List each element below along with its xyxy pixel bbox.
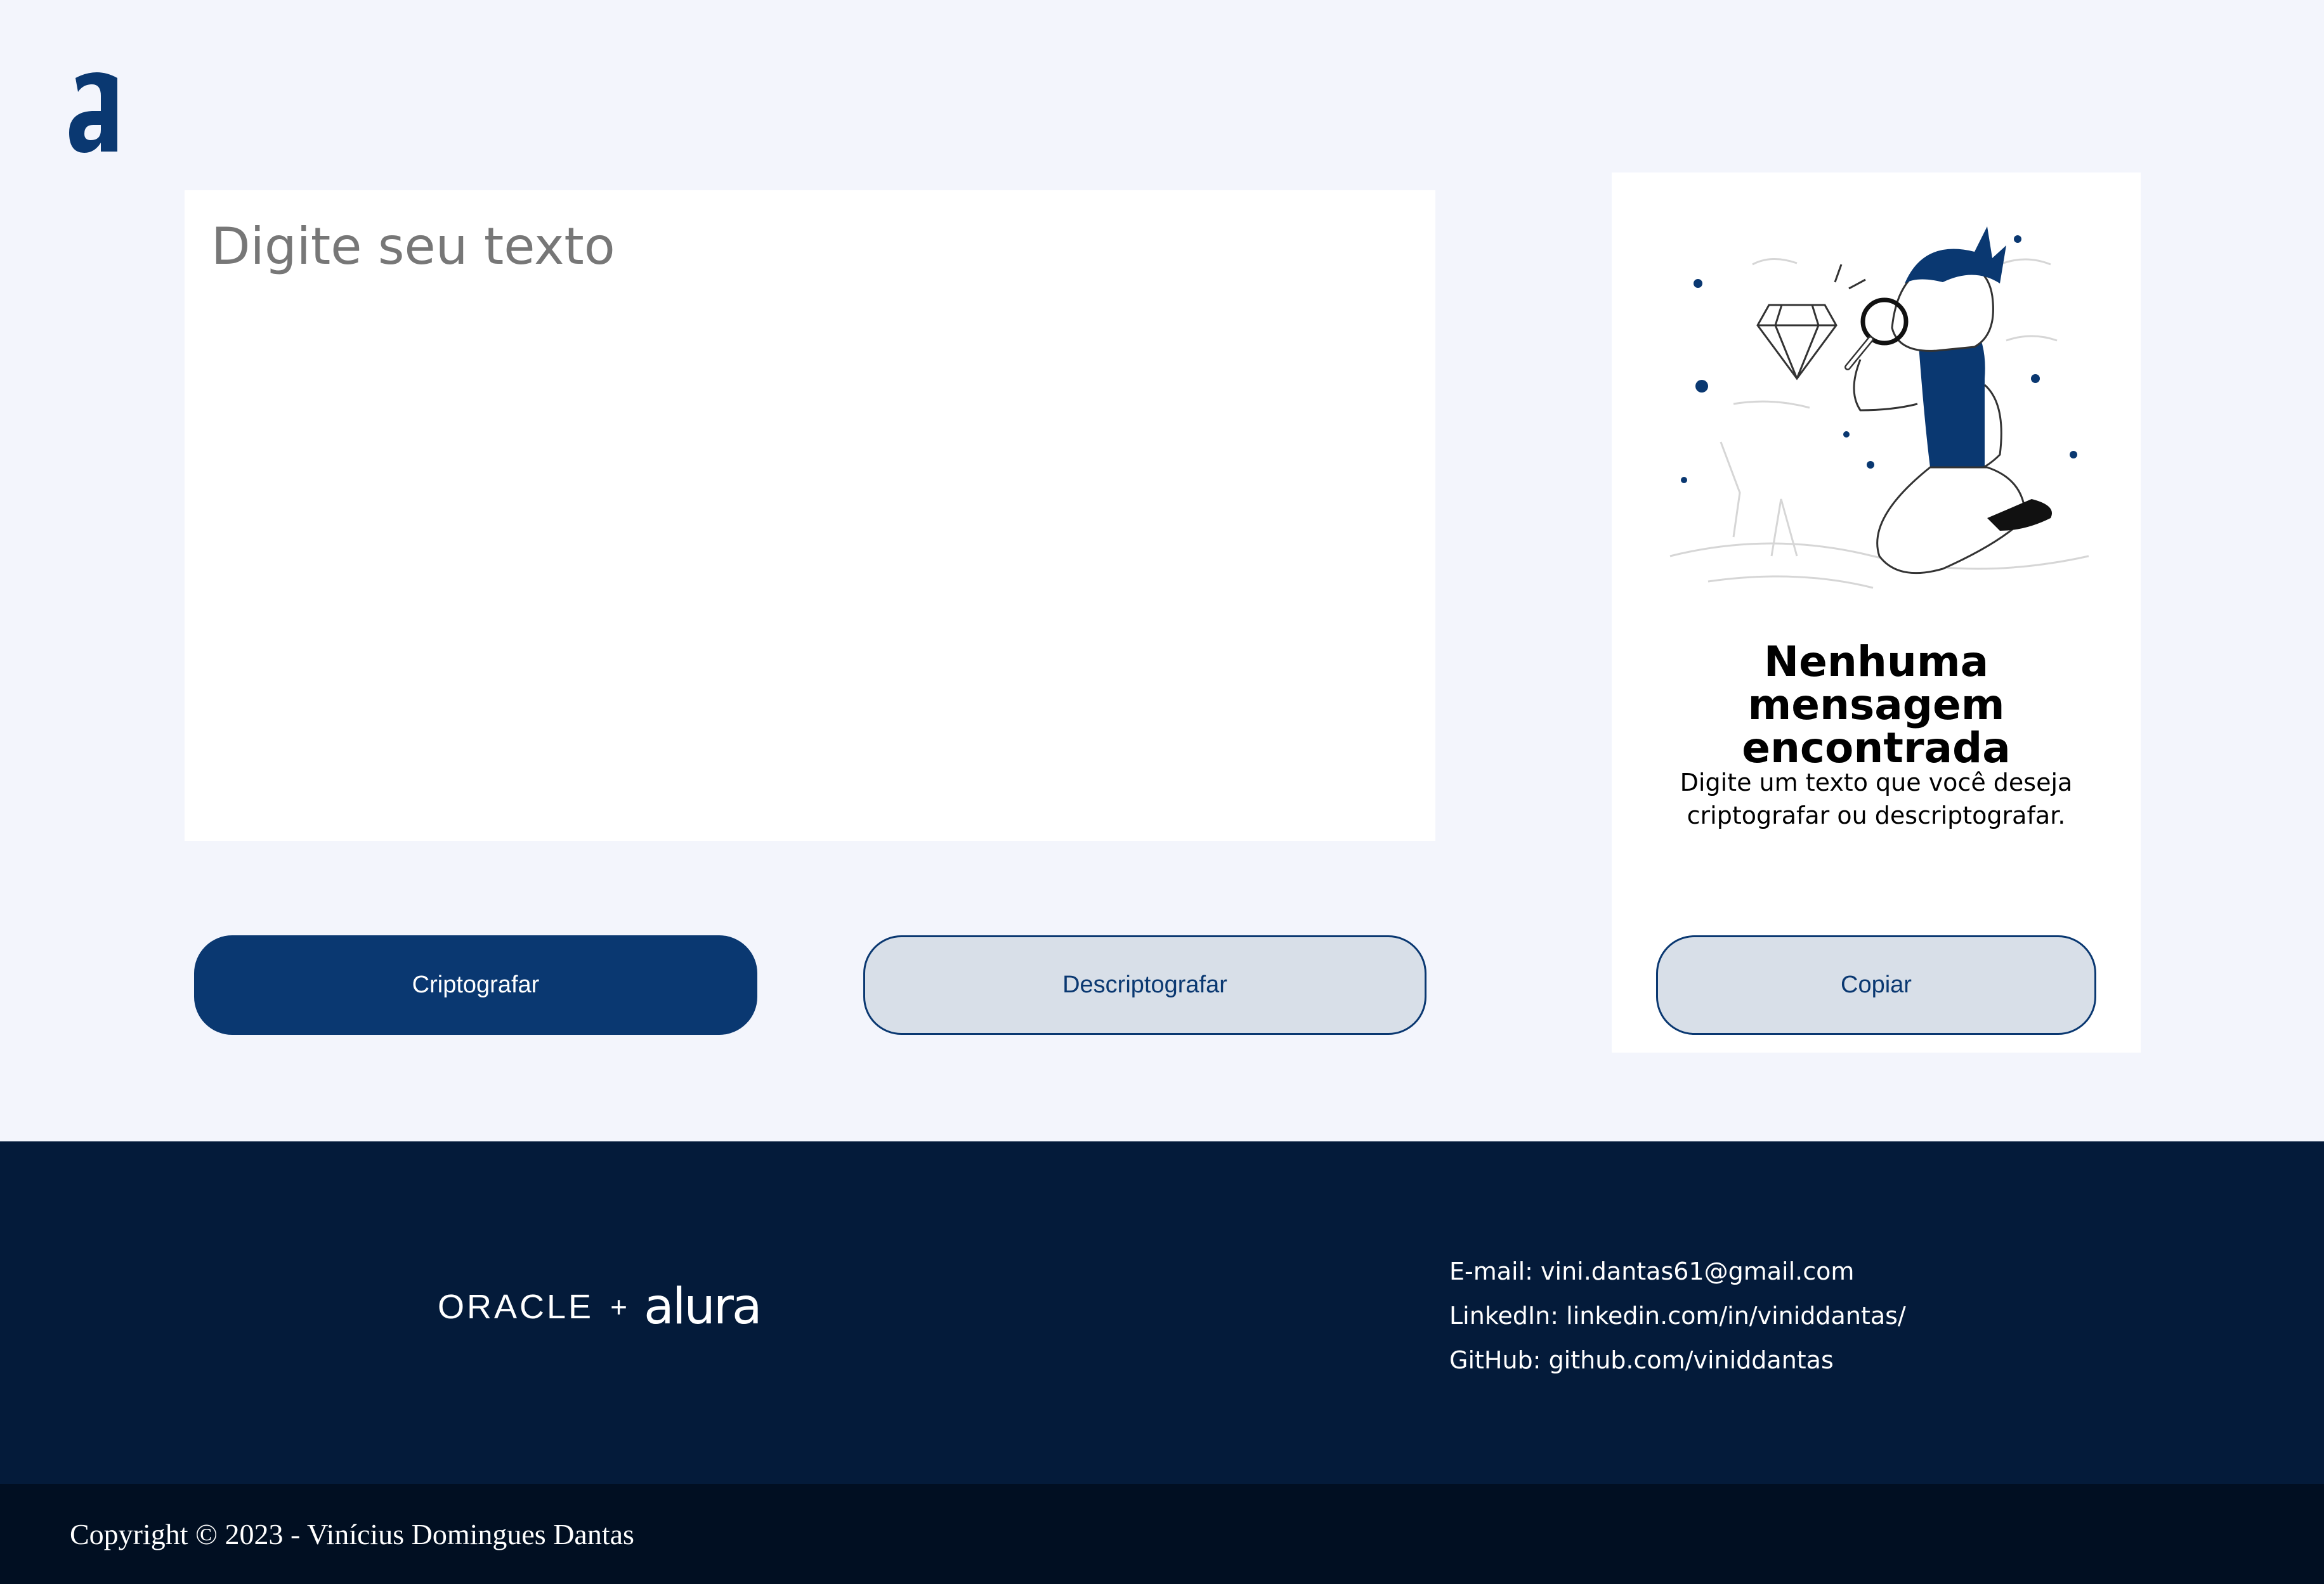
alura-logo-icon[interactable] xyxy=(67,67,127,155)
oracle-logo: ORACLE xyxy=(438,1288,594,1326)
result-panel: Nenhuma mensagem encontrada Digite um te… xyxy=(1612,172,2141,1053)
contact-list: E-mail: vini.dantas61@gmail.com LinkedIn… xyxy=(1449,1249,1906,1382)
message-textarea[interactable] xyxy=(185,190,1435,841)
copy-button[interactable]: Copiar xyxy=(1656,935,2096,1035)
email-link[interactable]: E-mail: vini.dantas61@gmail.com xyxy=(1449,1257,1854,1285)
decrypt-button[interactable]: Descriptografar xyxy=(863,935,1426,1035)
text-input-container xyxy=(185,190,1435,841)
result-description: Digite um texto que você deseja criptogr… xyxy=(1680,769,2073,829)
partner-logos: ORACLE + alura xyxy=(438,1278,762,1335)
linkedin-link[interactable]: LinkedIn: linkedin.com/in/viniddantas/ xyxy=(1449,1302,1906,1330)
alura-wordmark-logo: alura xyxy=(643,1278,762,1335)
copyright-bar: Copyright © 2023 - Vinícius Domingues Da… xyxy=(0,1484,2324,1584)
footer: ORACLE + alura E-mail: vini.dantas61@gma… xyxy=(0,1141,2324,1484)
encrypt-button[interactable]: Criptografar xyxy=(194,935,757,1035)
plus-sign: + xyxy=(610,1290,627,1323)
copyright-text: Copyright © 2023 - Vinícius Domingues Da… xyxy=(70,1517,634,1550)
result-title: Nenhuma mensagem encontrada xyxy=(1742,637,2011,772)
github-link[interactable]: GitHub: github.com/viniddantas xyxy=(1449,1346,1834,1374)
